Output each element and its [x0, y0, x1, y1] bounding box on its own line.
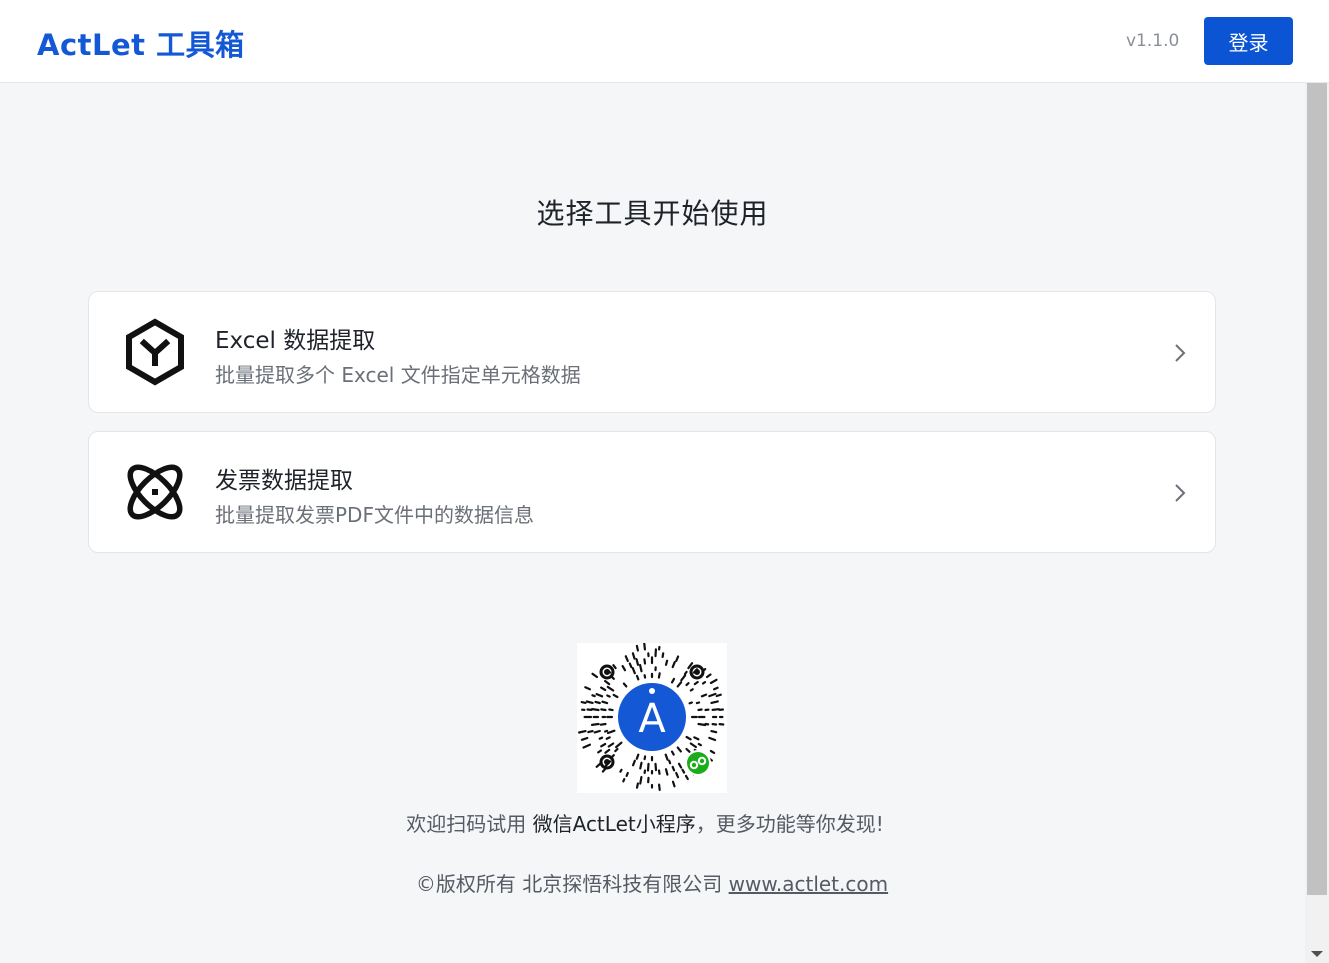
miniprogram-qr-code: A: [577, 643, 727, 793]
scrollbar-thumb[interactable]: [1307, 83, 1327, 895]
app-header: ActLet 工具箱 v1.1.0 登录: [0, 0, 1329, 83]
promo-highlight: 微信ActLet小程序: [532, 812, 696, 836]
chevron-right-icon: [1175, 484, 1186, 502]
atom-icon: [127, 464, 183, 520]
copyright-text: ©版权所有 北京探悟科技有限公司: [415, 872, 729, 896]
promo-prefix: 欢迎扫码试用: [406, 812, 533, 836]
website-link[interactable]: www.actlet.com: [729, 872, 888, 896]
promo-suffix: ，更多功能等你发现!: [695, 812, 884, 836]
page-title: 选择工具开始使用: [536, 197, 769, 230]
tool-card-description: 批量提取多个 Excel 文件指定单元格数据: [215, 363, 581, 387]
tool-card-title: 发票数据提取: [215, 468, 353, 494]
app-logo[interactable]: ActLet 工具箱: [37, 22, 245, 64]
login-button[interactable]: 登录: [1204, 17, 1293, 65]
version-label: v1.1.0: [1126, 31, 1180, 51]
tool-card-invoice[interactable]: 发票数据提取 批量提取发票PDF文件中的数据信息: [88, 431, 1216, 553]
tool-card-excel[interactable]: Excel 数据提取 批量提取多个 Excel 文件指定单元格数据: [88, 291, 1216, 413]
scroll-down-icon[interactable]: [1311, 951, 1323, 957]
tool-card-description: 批量提取发票PDF文件中的数据信息: [215, 503, 534, 527]
qr-logo-letter: A: [638, 696, 666, 742]
tool-card-title: Excel 数据提取: [215, 328, 376, 354]
chevron-right-icon: [1175, 344, 1186, 362]
vertical-scrollbar[interactable]: [1305, 83, 1329, 963]
hexagon-y-icon: [126, 318, 184, 386]
promo-text: 欢迎扫码试用 微信ActLet小程序，更多功能等你发现!: [0, 808, 1290, 837]
copyright: ©版权所有 北京探悟科技有限公司 www.actlet.com: [0, 868, 1304, 897]
